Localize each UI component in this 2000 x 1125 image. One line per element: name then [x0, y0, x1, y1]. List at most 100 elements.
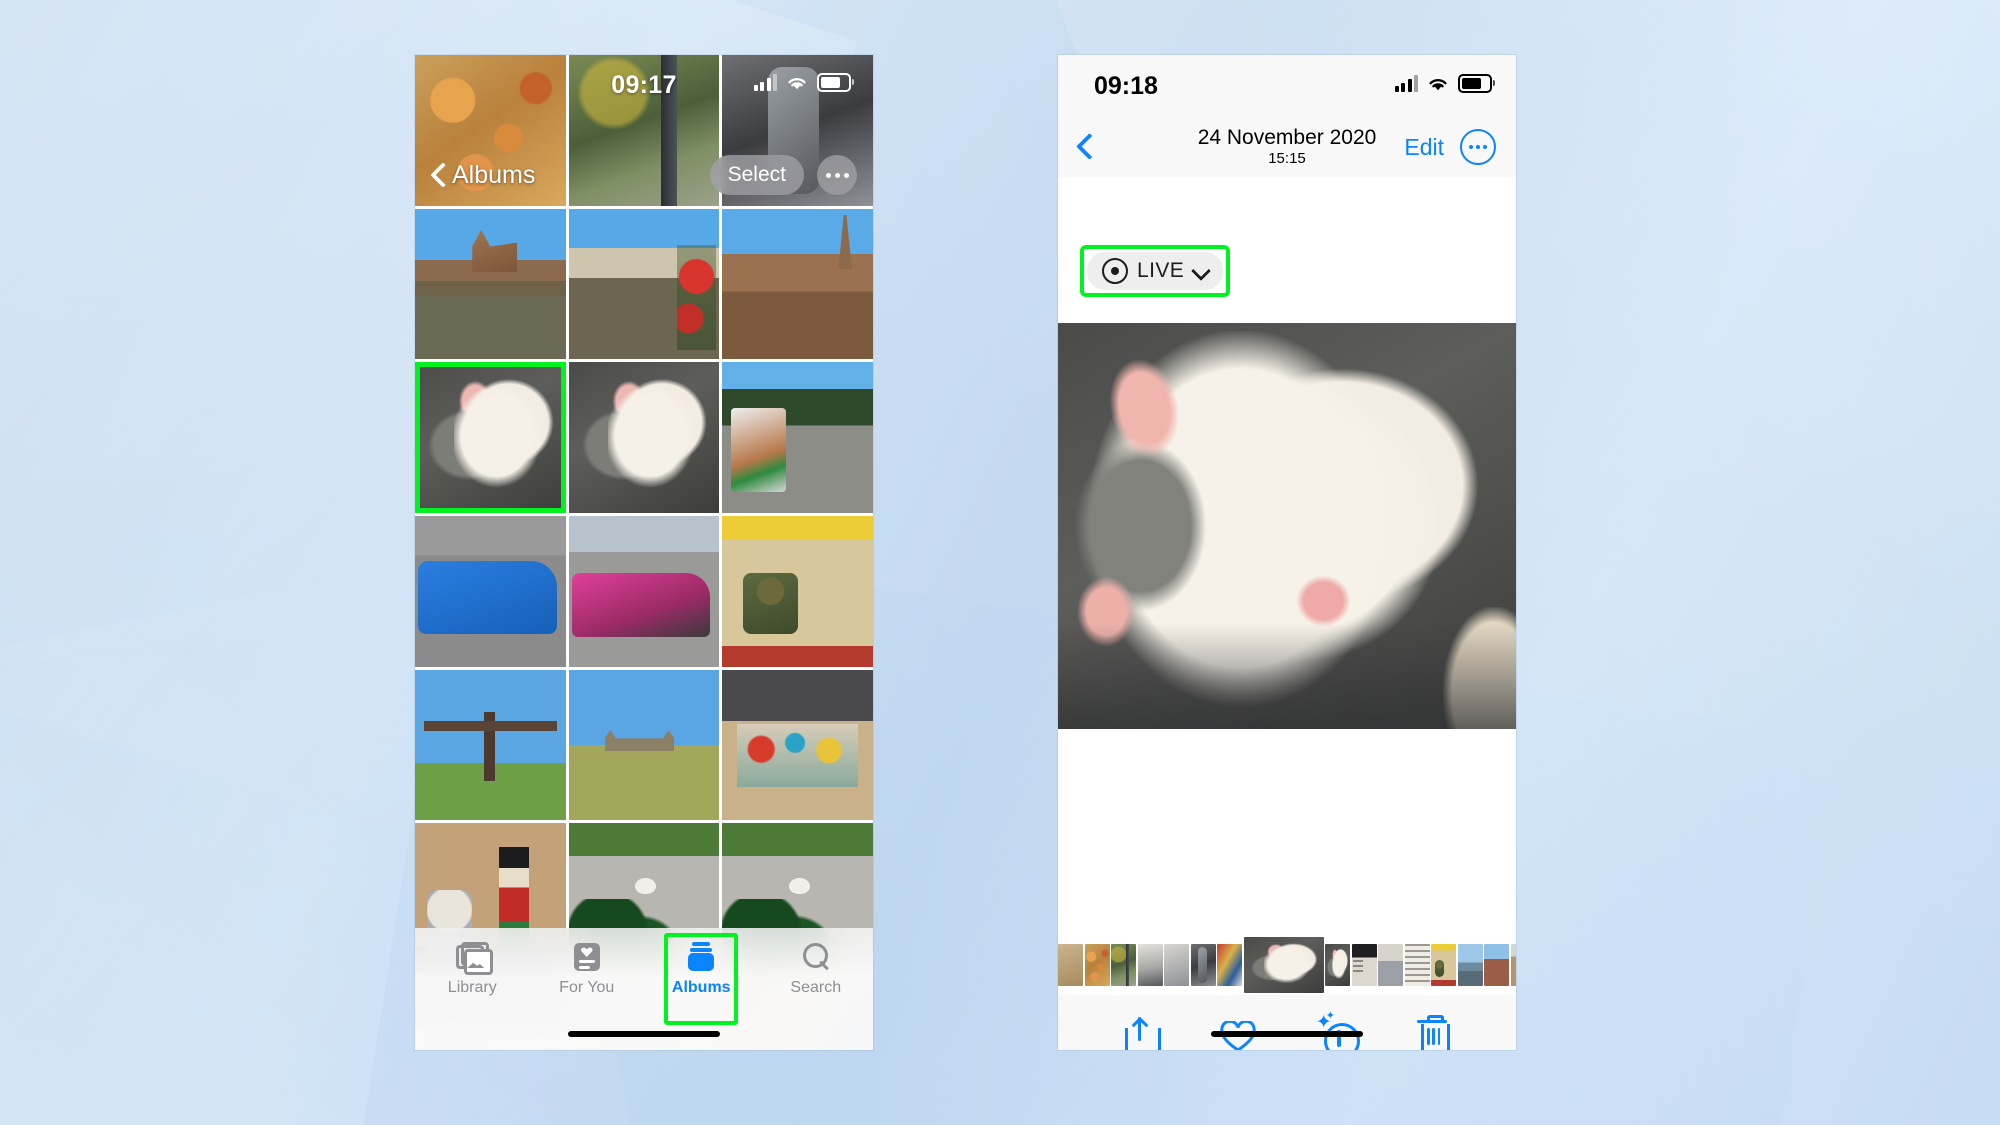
- thumbnail-art: [1164, 944, 1189, 986]
- nav-actions: Edit: [1404, 129, 1496, 165]
- tab-bar: Library For You Albums Search: [415, 928, 873, 1050]
- for-you-icon: [570, 942, 604, 972]
- live-badge-highlight: LIVE: [1080, 245, 1231, 297]
- tab-search[interactable]: Search: [759, 942, 874, 997]
- thumbnail-art: [1190, 944, 1216, 986]
- select-button[interactable]: Select: [709, 155, 804, 195]
- tab-for-you[interactable]: For You: [530, 942, 645, 997]
- nav-actions: Select: [709, 155, 857, 195]
- status-bar-time: 09:18: [1094, 72, 1158, 100]
- photo-toolbar: ✦ ✦: [1058, 995, 1516, 1050]
- ellipsis-circle-icon[interactable]: [1460, 129, 1496, 165]
- library-icon: [455, 942, 494, 975]
- photo-thumbnail: [415, 516, 566, 667]
- filmstrip-thumb[interactable]: [1404, 944, 1430, 986]
- filmstrip-current-thumb[interactable]: [1243, 937, 1324, 993]
- thumbnail-art: [1351, 944, 1377, 986]
- home-indicator: [568, 1031, 720, 1037]
- thumbnail-art: [1137, 944, 1163, 986]
- live-label: LIVE: [1137, 259, 1185, 282]
- filmstrip-thumb[interactable]: [1217, 944, 1242, 986]
- grid-photo[interactable]: [722, 669, 873, 821]
- albums-icon: [684, 942, 718, 972]
- thumbnail-art: [1084, 944, 1110, 986]
- battery-icon: [1458, 74, 1495, 93]
- search-icon: [799, 942, 833, 972]
- phone-screen-photo-detail: 09:18 24 November 2020 15:15 Edit LIVE ✦…: [1058, 55, 1516, 1050]
- filmstrip-thumb[interactable]: [1378, 944, 1403, 986]
- photo-thumbnail: [415, 208, 566, 360]
- back-to-albums-button[interactable]: Albums: [431, 161, 535, 190]
- thumbnail-art: [1404, 944, 1430, 986]
- thumbnail-art: [1431, 944, 1456, 986]
- grid-photo[interactable]: [568, 516, 720, 667]
- filmstrip-thumb[interactable]: [1431, 944, 1456, 986]
- grid-photo[interactable]: [722, 516, 873, 667]
- trash-icon[interactable]: [1411, 1013, 1455, 1050]
- filmstrip-thumb[interactable]: [1111, 944, 1136, 986]
- thumbnail-art: [1217, 944, 1242, 986]
- tab-label: Library: [447, 979, 497, 996]
- filmstrip-thumb[interactable]: [1457, 944, 1483, 986]
- grid-photo[interactable]: [568, 669, 720, 821]
- grid-photo[interactable]: [722, 362, 873, 514]
- thumbnail-art: [1510, 944, 1516, 986]
- photo-thumbnail: [568, 208, 720, 360]
- thumbnail-art: [1325, 944, 1350, 986]
- photo-thumbnail: [415, 669, 566, 821]
- nav-bar: 24 November 2020 15:15 Edit: [1058, 117, 1516, 177]
- photo-thumbnail: [568, 362, 720, 514]
- back-label: Albums: [452, 160, 536, 189]
- share-icon[interactable]: [1119, 1013, 1163, 1050]
- nav-bar: Albums Select: [415, 147, 873, 203]
- tab-label: Search: [790, 979, 842, 996]
- grid-photo[interactable]: [415, 208, 566, 360]
- phone-screen-albums-grid: 09:17 Albums Select Library For You Albu…: [415, 55, 873, 1050]
- live-photo-icon: [1102, 258, 1128, 284]
- photo-grid-scroll[interactable]: [415, 55, 873, 1050]
- tab-albums[interactable]: Albums: [644, 933, 759, 1025]
- status-bar: 09:18: [1058, 55, 1516, 117]
- cellular-bars-icon: [1394, 75, 1418, 92]
- photo-thumbnail: [722, 669, 873, 821]
- grid-photo[interactable]: [415, 362, 566, 514]
- filmstrip-thumb[interactable]: [1190, 944, 1216, 986]
- wifi-icon: [1429, 78, 1447, 90]
- filmstrip-thumb[interactable]: [1164, 944, 1189, 986]
- grid-photo[interactable]: [568, 362, 720, 514]
- back-button[interactable]: [1078, 133, 1094, 161]
- screenshot-canvas: 09:17 Albums Select Library For You Albu…: [0, 0, 2000, 1125]
- grid-photo[interactable]: [415, 669, 566, 821]
- thumbnail-art: [1378, 944, 1403, 986]
- filmstrip-thumb[interactable]: [1058, 944, 1083, 986]
- thumbnail-art: [1111, 944, 1136, 986]
- filmstrip-thumb[interactable]: [1137, 944, 1163, 986]
- filmstrip-thumb[interactable]: [1084, 944, 1110, 986]
- tab-label: For You: [559, 979, 615, 996]
- photo-grid[interactable]: [415, 55, 873, 1050]
- live-photo-button[interactable]: LIVE: [1087, 252, 1224, 290]
- filmstrip-thumb[interactable]: [1510, 944, 1516, 986]
- status-bar-icons: [1394, 74, 1495, 93]
- grid-photo[interactable]: [415, 516, 566, 667]
- grid-photo[interactable]: [722, 208, 873, 360]
- hero-photo-sleeping-cat[interactable]: [1058, 323, 1516, 729]
- filmstrip-thumb[interactable]: [1351, 944, 1377, 986]
- edit-button[interactable]: Edit: [1404, 134, 1444, 161]
- home-indicator: [1211, 1031, 1363, 1037]
- tab-library[interactable]: Library: [415, 942, 530, 997]
- chevron-down-icon: [1193, 264, 1208, 279]
- photo-filmstrip[interactable]: [1058, 937, 1516, 993]
- thumbnail-art: [1243, 937, 1324, 993]
- photo-thumbnail: [415, 362, 566, 514]
- filmstrip-thumb[interactable]: [1484, 944, 1509, 986]
- filmstrip-thumb[interactable]: [1325, 944, 1350, 986]
- ellipsis-icon[interactable]: [817, 155, 857, 195]
- photo-thumbnail: [722, 362, 873, 514]
- photo-thumbnail: [568, 516, 720, 667]
- grid-photo[interactable]: [568, 208, 720, 360]
- photo-thumbnail: [568, 669, 720, 821]
- thumbnail-art: [1484, 944, 1509, 986]
- photo-thumbnail: [722, 208, 873, 360]
- chevron-left-icon: [431, 163, 446, 188]
